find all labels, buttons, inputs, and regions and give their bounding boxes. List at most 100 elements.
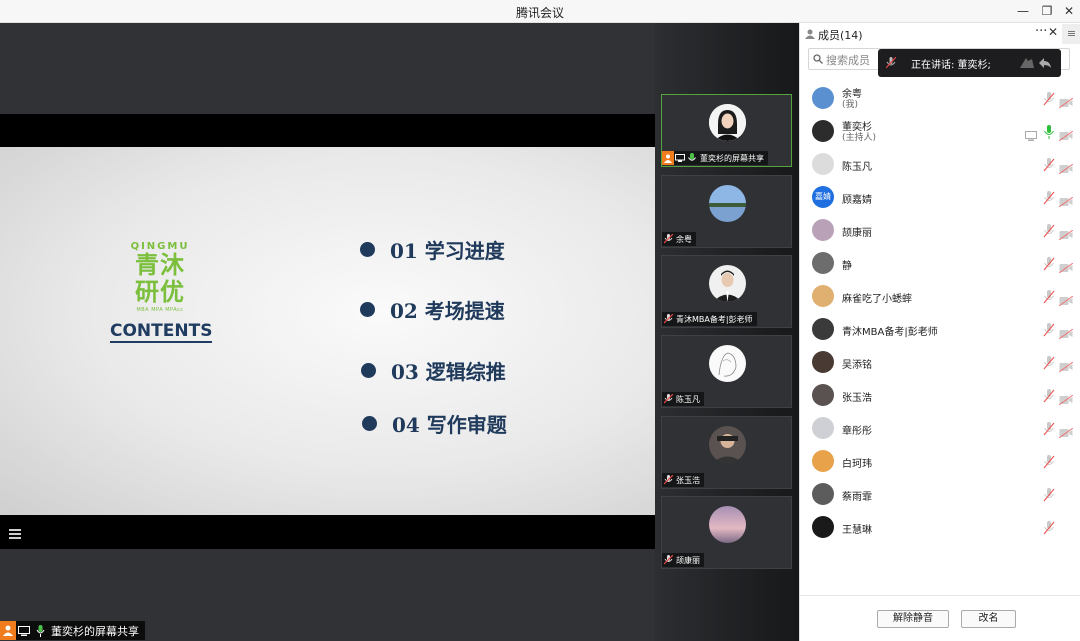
agenda-text: 01 学习进度 xyxy=(390,238,505,263)
camera-off-icon[interactable] xyxy=(1058,126,1074,142)
member-row[interactable]: 吴添铭 xyxy=(800,347,1080,377)
agenda-item: 03 逻辑综推 xyxy=(361,357,506,384)
member-row[interactable]: 嘉婧 顾嘉婧 xyxy=(800,182,1080,212)
close-panel-button[interactable]: ✕ xyxy=(1048,25,1058,39)
bullet-dot xyxy=(360,241,375,257)
mic-muted-icon[interactable] xyxy=(1043,454,1055,469)
member-row[interactable]: 王慧琳 xyxy=(800,512,1080,542)
screen-share-icon xyxy=(16,621,32,640)
microphone-icon[interactable] xyxy=(1043,124,1055,139)
more-options-button[interactable]: ··· xyxy=(1035,24,1047,39)
mic-muted-icon[interactable] xyxy=(1043,388,1055,403)
mic-muted-icon xyxy=(662,553,674,567)
member-row[interactable]: 陈玉凡 xyxy=(800,149,1080,179)
agenda-text: 04 写作审题 xyxy=(392,412,507,437)
reply-icon[interactable] xyxy=(1038,56,1052,70)
member-role: (我) xyxy=(842,100,859,110)
mic-muted-icon[interactable] xyxy=(1043,190,1055,205)
mic-muted-icon[interactable] xyxy=(1043,487,1055,502)
member-name: 吴添铭 xyxy=(842,360,872,371)
agenda-item: 02 考场提速 xyxy=(360,296,505,323)
tile-name: 陈玉凡 xyxy=(676,394,700,404)
member-row[interactable]: 静 xyxy=(800,248,1080,278)
video-tile[interactable]: 董奕杉的屏幕共享 xyxy=(661,94,792,167)
window-title: 腾讯会议 xyxy=(515,6,564,20)
sunset-avatar xyxy=(709,506,746,543)
speaking-text: 正在讲话: 董奕杉; xyxy=(911,60,991,71)
logo-subtitle: MBA MPA MPAcc xyxy=(136,307,184,313)
mic-muted-icon[interactable] xyxy=(1043,157,1055,172)
camera-off-icon[interactable] xyxy=(1058,357,1074,373)
restore-button[interactable]: ❐ xyxy=(1036,2,1058,20)
title-bar: 腾讯会议 — ❐ ✕ xyxy=(0,0,1080,23)
member-row[interactable]: 青沐MBA备考|彭老师 xyxy=(800,314,1080,344)
microphone-icon xyxy=(686,151,698,165)
agenda-text: 03 逻辑综推 xyxy=(391,359,506,384)
video-tile[interactable]: 青沐MBA备考|彭老师 xyxy=(661,255,792,328)
person-icon xyxy=(662,151,674,165)
agenda-item: 01 学习进度 xyxy=(360,236,505,263)
panel-menu-button[interactable]: ≡ xyxy=(1062,24,1080,44)
mic-muted-icon[interactable] xyxy=(1043,223,1055,238)
member-name: 青沐MBA备考|彭老师 xyxy=(842,327,938,338)
tile-name: 董奕杉的屏幕共享 xyxy=(700,153,764,163)
video-tile[interactable]: 张玉浩 xyxy=(661,416,792,489)
list-icon[interactable] xyxy=(9,529,21,539)
member-row[interactable]: 余粤 (我) xyxy=(800,83,1080,113)
member-name: 白珂玮 xyxy=(842,459,872,470)
mic-muted-icon xyxy=(662,473,674,487)
screen-share-icon xyxy=(674,151,686,165)
close-button[interactable]: ✕ xyxy=(1058,2,1080,20)
mic-muted-icon[interactable] xyxy=(1043,322,1055,337)
presentation-slide: QINGMU 青沐 研优 MBA MPA MPAcc CONTENTS 01 学… xyxy=(0,147,655,515)
mic-muted-icon[interactable] xyxy=(1043,256,1055,271)
agenda-text: 02 考场提速 xyxy=(390,298,505,323)
rename-button[interactable]: 改名 xyxy=(961,610,1016,628)
member-row[interactable]: 章彤彤 xyxy=(800,413,1080,443)
tile-name: 余粤 xyxy=(676,234,692,244)
member-row[interactable]: 蔡雨霏 xyxy=(800,479,1080,509)
bullet-dot xyxy=(361,362,376,378)
camera-off-icon[interactable] xyxy=(1058,324,1074,340)
photo-avatar xyxy=(812,351,834,373)
member-name: 麻雀吃了小蟋蟀 xyxy=(842,294,912,305)
unmute-all-button[interactable]: 解除静音 xyxy=(877,610,949,628)
camera-off-icon[interactable] xyxy=(1058,423,1074,439)
photo-avatar xyxy=(812,483,834,505)
member-row[interactable]: 张玉浩 xyxy=(800,380,1080,410)
camera-off-icon[interactable] xyxy=(1058,192,1074,208)
camera-off-icon[interactable] xyxy=(1058,258,1074,274)
tile-name: 颉康丽 xyxy=(676,555,700,565)
video-tile[interactable]: 颉康丽 xyxy=(661,496,792,569)
member-row[interactable]: 白珂玮 xyxy=(800,446,1080,476)
members-panel-header: 成员(14) ··· ✕ ≡ xyxy=(800,23,1080,45)
member-row[interactable]: 董奕杉 (主持人) xyxy=(800,116,1080,146)
person-man-avatar xyxy=(812,318,834,340)
camera-off-icon[interactable] xyxy=(1058,291,1074,307)
tile-label: 董奕杉的屏幕共享 xyxy=(662,151,768,165)
members-panel: 成员(14) ··· ✕ ≡ 搜索成员 正在讲话: 董奕杉; 余粤 (我) 董奕杉(… xyxy=(799,23,1080,641)
member-row[interactable]: 麻雀吃了小蟋蟀 xyxy=(800,281,1080,311)
photo-avatar xyxy=(812,417,834,439)
mic-muted-icon[interactable] xyxy=(1043,91,1055,106)
mic-muted-icon[interactable] xyxy=(1043,421,1055,436)
video-tile[interactable]: 余粤 xyxy=(661,175,792,248)
mic-muted-icon[interactable] xyxy=(1043,289,1055,304)
search-placeholder: 搜索成员 xyxy=(826,54,870,67)
camera-off-icon[interactable] xyxy=(1058,159,1074,175)
sketch-avatar xyxy=(812,153,834,175)
landscape-avatar xyxy=(709,185,746,222)
video-tile[interactable]: 陈玉凡 xyxy=(661,335,792,408)
camera-off-icon[interactable] xyxy=(1058,93,1074,109)
shared-screen-area[interactable]: QINGMU 青沐 研优 MBA MPA MPAcc CONTENTS 01 学… xyxy=(0,23,655,641)
minimize-button[interactable]: — xyxy=(1012,2,1034,20)
member-row[interactable]: 颉康丽 xyxy=(800,215,1080,245)
landscape-avatar xyxy=(812,87,834,109)
camera-off-icon[interactable] xyxy=(1058,225,1074,241)
camera-off-icon[interactable] xyxy=(1058,390,1074,406)
tile-name: 青沐MBA备考|彭老师 xyxy=(676,314,753,324)
presenter-tag: 董奕杉的屏幕共享 xyxy=(0,621,145,640)
mic-muted-icon[interactable] xyxy=(1043,520,1055,535)
mic-muted-icon xyxy=(662,392,674,406)
mic-muted-icon[interactable] xyxy=(1043,355,1055,370)
